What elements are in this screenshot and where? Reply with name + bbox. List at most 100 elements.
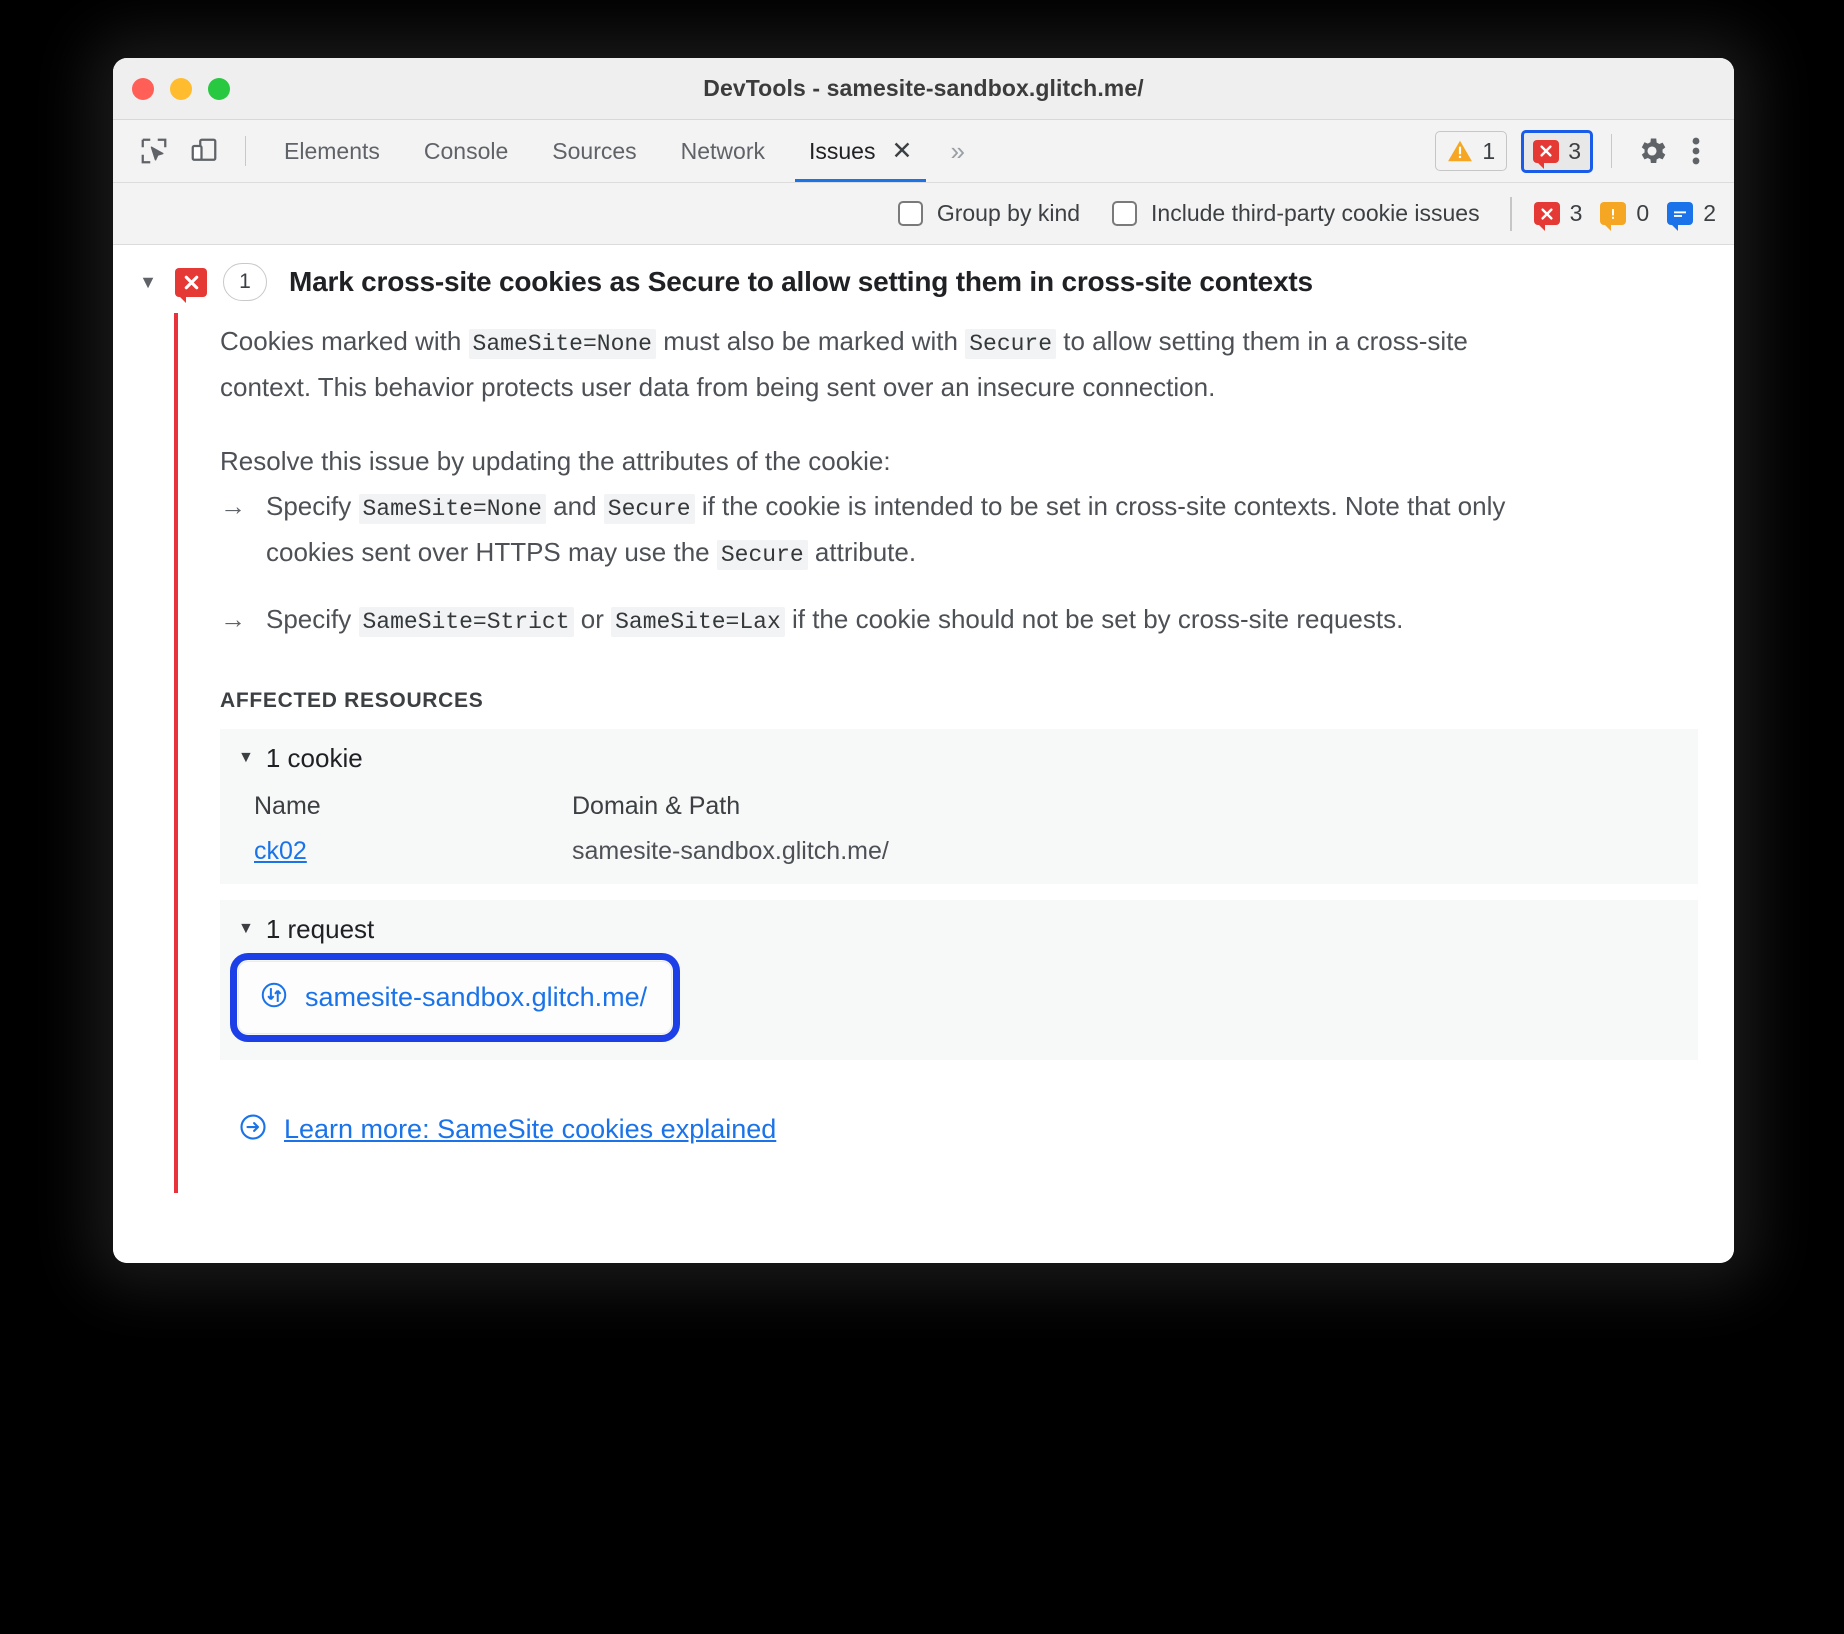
group-by-kind-checkbox[interactable]: Group by kind xyxy=(897,200,1081,227)
tab-network[interactable]: Network xyxy=(659,120,787,182)
text-fragment: and xyxy=(545,490,604,521)
error-count-status: 3 xyxy=(1533,200,1583,231)
code-samesite-none: SameSite=None xyxy=(468,329,656,359)
window-traffic-lights xyxy=(132,77,230,100)
tab-label: Console xyxy=(423,137,509,164)
warning-count-button[interactable]: 1 xyxy=(1435,131,1508,171)
warning-triangle-icon xyxy=(1448,140,1473,162)
more-tabs-icon[interactable]: » xyxy=(934,136,976,167)
issues-list: ▼ 1 Mark cross-site cookies as Secure to… xyxy=(113,245,1734,1263)
tab-issues[interactable]: Issues ✕ xyxy=(787,120,935,182)
inspect-cursor-icon[interactable] xyxy=(131,128,177,174)
chevron-down-icon[interactable]: ▼ xyxy=(238,920,254,938)
learn-more-label: Learn more: SameSite cookies explained xyxy=(284,1113,777,1144)
checkbox-box[interactable] xyxy=(1112,201,1138,226)
tab-label: Sources xyxy=(552,137,637,164)
warning-bubble-icon xyxy=(1600,202,1627,231)
code-secure-2: Secure xyxy=(716,539,808,570)
column-header-name: Name xyxy=(254,791,321,820)
close-icon[interactable]: ✕ xyxy=(891,138,912,164)
text-fragment: or xyxy=(573,604,612,635)
request-url-link[interactable]: samesite-sandbox.glitch.me/ xyxy=(305,982,647,1013)
issue-count-chip: 1 xyxy=(223,263,267,301)
warning-count-status: 0 xyxy=(1600,200,1650,231)
tab-label: Elements xyxy=(284,137,380,164)
warning-count-value: 0 xyxy=(1636,200,1650,226)
chevron-down-icon[interactable]: ▼ xyxy=(238,749,254,767)
window-title: DevTools - samesite-sandbox.glitch.me/ xyxy=(703,75,1144,101)
issue-description-paragraph-1: Cookies marked with SameSite=None must a… xyxy=(220,319,1550,409)
toolbar-divider xyxy=(245,136,246,166)
text-fragment: Specify xyxy=(266,604,359,635)
overflow-label: » xyxy=(950,135,965,166)
issue-bullet-1: → Specify SameSite=None and Secure if th… xyxy=(220,484,1550,575)
panel-tabs: Elements Console Sources Network Issues … xyxy=(262,120,977,182)
cookie-table: Name Domain & Path ck02 samesite-sandbox… xyxy=(220,792,1698,866)
devtools-tabstrip: Elements Console Sources Network Issues … xyxy=(113,120,1734,183)
arrow-right-icon: → xyxy=(220,604,246,635)
affected-cookies-header[interactable]: ▼ 1 cookie xyxy=(220,743,1698,774)
error-count-value: 3 xyxy=(1569,200,1583,226)
affected-request-item[interactable]: samesite-sandbox.glitch.me/ xyxy=(230,952,681,1042)
window-titlebar: DevTools - samesite-sandbox.glitch.me/ xyxy=(113,58,1734,120)
checkbox-box[interactable] xyxy=(897,201,923,226)
code-secure: Secure xyxy=(965,329,1057,359)
issue-detail: Cookies marked with SameSite=None must a… xyxy=(174,313,1734,1193)
info-count-value: 2 xyxy=(1703,200,1716,226)
gear-icon[interactable] xyxy=(1630,129,1674,173)
zoom-window-button[interactable] xyxy=(208,77,230,100)
issue-bullet-2: → Specify SameSite=Strict or SameSite=La… xyxy=(220,597,1550,643)
filterbar-divider xyxy=(1509,196,1512,231)
arrow-circle-right-icon xyxy=(238,1112,268,1147)
issue-header-row[interactable]: ▼ 1 Mark cross-site cookies as Secure to… xyxy=(113,245,1734,313)
text-fragment: if the cookie should not be set by cross… xyxy=(784,604,1404,635)
minimize-window-button[interactable] xyxy=(170,77,192,100)
text-fragment: attribute. xyxy=(807,536,917,567)
tab-label: Issues xyxy=(809,137,876,164)
toolbar-divider-2 xyxy=(1611,134,1612,168)
affected-cookies-count: 1 cookie xyxy=(265,742,363,773)
affected-requests-header[interactable]: ▼ 1 request xyxy=(220,914,1698,945)
include-third-party-cookie-issues-checkbox[interactable]: Include third-party cookie issues xyxy=(1112,200,1480,227)
bullet-text: Specify SameSite=Strict or SameSite=Lax … xyxy=(266,597,1403,643)
arrow-right-icon: → xyxy=(220,490,246,521)
learn-more-link[interactable]: Learn more: SameSite cookies explained xyxy=(220,1112,1698,1147)
affected-requests-count: 1 request xyxy=(265,913,375,944)
text-fragment: Cookies marked with xyxy=(220,326,469,356)
network-request-icon xyxy=(259,980,289,1015)
info-count-status: 2 xyxy=(1667,200,1716,231)
text-fragment: Specify xyxy=(266,490,359,521)
tab-label: Network xyxy=(680,137,765,164)
chevron-down-icon[interactable]: ▼ xyxy=(131,272,165,293)
screenshot-root: DevTools - samesite-sandbox.glitch.me/ E… xyxy=(0,0,1844,1634)
column-header-domain-path: Domain & Path xyxy=(572,791,741,820)
tab-elements[interactable]: Elements xyxy=(262,120,402,182)
error-count-button[interactable]: 3 xyxy=(1521,129,1593,173)
issue-description-paragraph-2: Resolve this issue by updating the attri… xyxy=(220,446,891,477)
issue-title: Mark cross-site cookies as Secure to all… xyxy=(289,266,1313,297)
affected-cookies-block: ▼ 1 cookie Name Domain & Path ck02 sames… xyxy=(220,728,1698,884)
code-samesite-none: SameSite=None xyxy=(358,493,546,524)
affected-requests-block: ▼ 1 request samesite-sandbox.glitch.me/ xyxy=(220,899,1698,1060)
kebab-menu-icon[interactable] xyxy=(1674,129,1718,173)
devtools-window: DevTools - samesite-sandbox.glitch.me/ E… xyxy=(113,58,1734,1263)
info-bubble-icon xyxy=(1667,202,1694,231)
code-samesite-lax: SameSite=Lax xyxy=(611,607,785,638)
issues-filter-bar: Group by kind Include third-party cookie… xyxy=(113,183,1734,245)
code-secure: Secure xyxy=(603,493,695,524)
code-samesite-strict: SameSite=Strict xyxy=(358,607,574,638)
checkbox-label: Include third-party cookie issues xyxy=(1151,200,1480,226)
table-header-row: Name Domain & Path xyxy=(254,792,1698,821)
checkbox-label: Group by kind xyxy=(936,200,1081,226)
error-count-value: 3 xyxy=(1568,137,1581,164)
error-bubble-icon xyxy=(1533,202,1560,231)
tab-console[interactable]: Console xyxy=(402,120,530,182)
cookie-name-link[interactable]: ck02 xyxy=(254,837,572,866)
warning-count-value: 1 xyxy=(1482,137,1496,164)
cookie-domain-path: samesite-sandbox.glitch.me/ xyxy=(572,836,889,865)
tabstrip-status-group: 1 3 xyxy=(1435,129,1718,173)
tab-sources[interactable]: Sources xyxy=(530,120,658,182)
error-bubble-icon xyxy=(175,267,207,303)
device-toolbar-icon[interactable] xyxy=(181,128,227,174)
close-window-button[interactable] xyxy=(132,77,154,100)
